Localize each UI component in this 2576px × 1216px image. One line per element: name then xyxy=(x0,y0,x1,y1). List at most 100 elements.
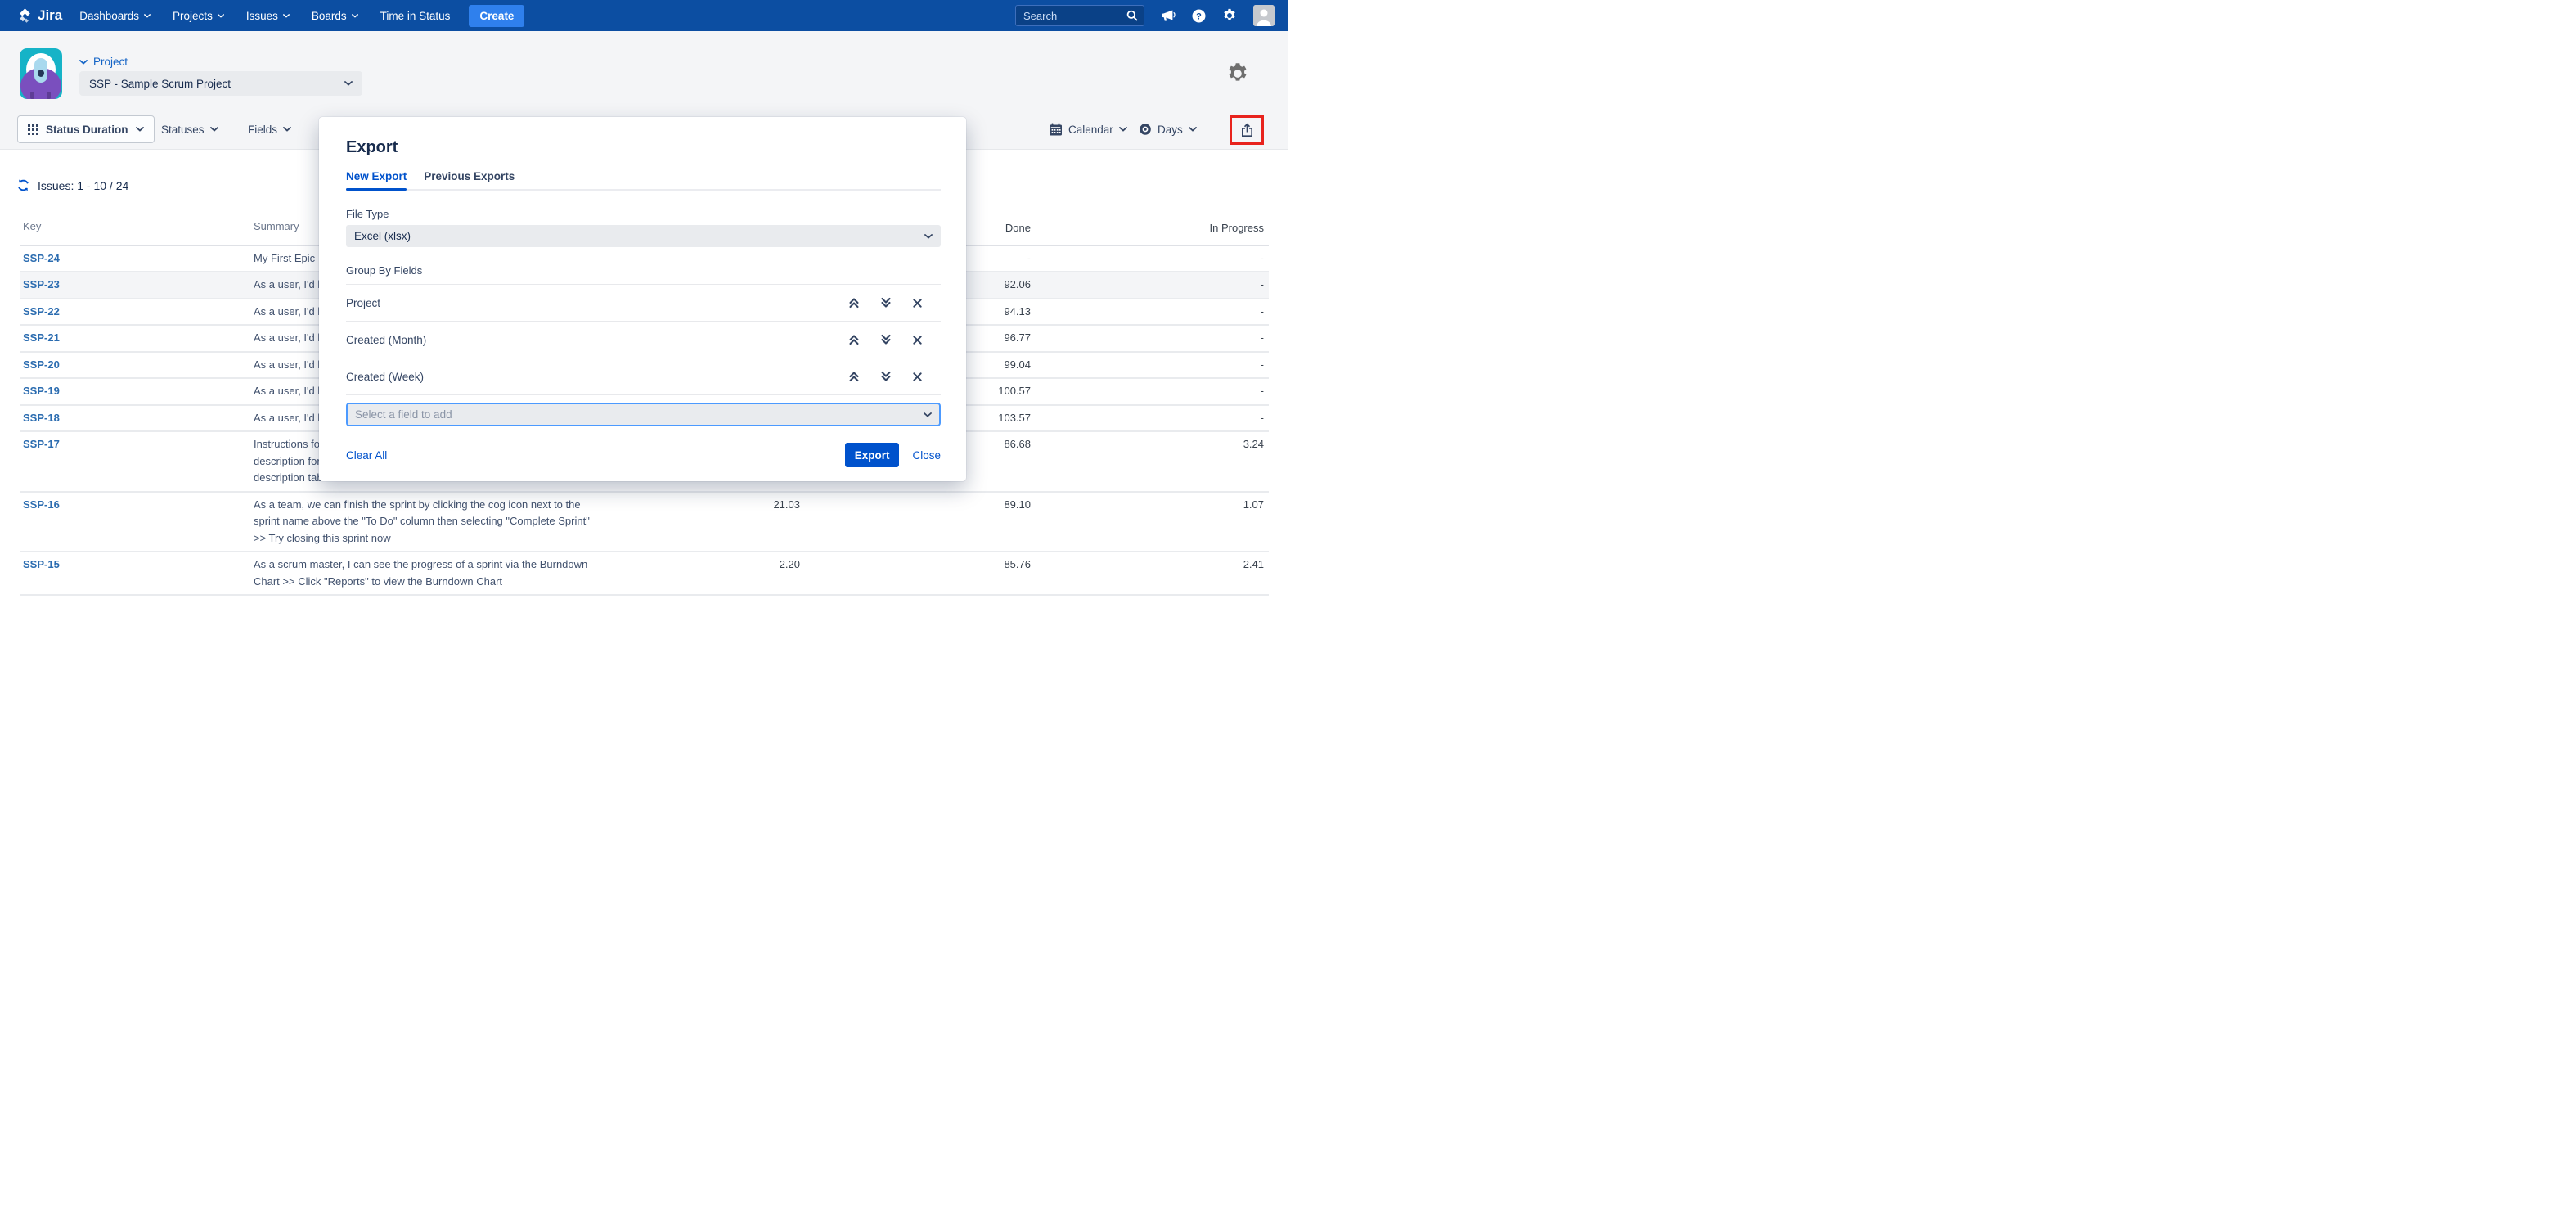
nav-item[interactable]: Projects xyxy=(173,10,224,22)
issue-key-link[interactable]: SSP-22 xyxy=(20,304,254,321)
export-button-highlight xyxy=(1230,115,1264,145)
chevron-down-icon xyxy=(210,127,218,132)
move-to-bottom-icon[interactable] xyxy=(880,334,892,345)
nav-item-label: Time in Status xyxy=(380,10,451,22)
issue-key-link[interactable]: SSP-23 xyxy=(20,277,254,294)
move-to-bottom-icon[interactable] xyxy=(880,297,892,309)
remove-field-icon[interactable] xyxy=(912,298,923,309)
export-submit-button[interactable]: Export xyxy=(845,443,900,467)
modal-tabs: New Export Previous Exports xyxy=(346,170,941,191)
file-type-select[interactable]: Excel (xlsx) xyxy=(346,225,941,247)
issue-key-link[interactable]: SSP-24 xyxy=(20,250,254,268)
eye-icon xyxy=(1139,123,1152,136)
issue-key-link[interactable]: SSP-16 xyxy=(20,497,254,514)
svg-text:?: ? xyxy=(1196,11,1202,21)
project-section-toggle[interactable]: Project xyxy=(79,56,128,68)
jira-logo[interactable]: Jira xyxy=(16,7,62,25)
add-field-select[interactable]: Select a field to add xyxy=(346,403,941,426)
issue-in-progress-value: - xyxy=(1031,250,1264,268)
remove-field-icon[interactable] xyxy=(912,335,923,345)
move-to-top-icon[interactable] xyxy=(848,297,860,309)
modal-footer: Clear All Export Close xyxy=(346,443,941,467)
nav-item[interactable]: Issues xyxy=(246,10,290,22)
file-type-value: Excel (xlsx) xyxy=(354,230,411,242)
nav-item[interactable]: Time in Status xyxy=(380,10,451,22)
issue-done-value: 89.10 xyxy=(800,497,1031,514)
move-to-top-icon[interactable] xyxy=(848,334,860,345)
chevron-down-icon xyxy=(352,14,358,18)
issue-summary: As a team, we can finish the sprint by c… xyxy=(254,497,617,547)
issue-col3-value: 2.20 xyxy=(617,556,800,574)
column-header-in-progress: In Progress xyxy=(1031,220,1264,237)
tab-new-export[interactable]: New Export xyxy=(346,170,407,189)
issue-in-progress-value: - xyxy=(1031,330,1264,347)
chevron-down-icon xyxy=(924,234,933,239)
nav-item[interactable]: Boards xyxy=(312,10,358,22)
issue-in-progress-value: - xyxy=(1031,383,1264,400)
move-to-bottom-icon[interactable] xyxy=(880,371,892,382)
statuses-dropdown[interactable]: Statuses xyxy=(161,115,218,143)
group-field-label: Project xyxy=(346,297,380,309)
move-to-top-icon[interactable] xyxy=(848,371,860,382)
jira-logo-icon xyxy=(16,7,34,25)
table-row: SSP-15 As a scrum master, I can see the … xyxy=(20,552,1269,596)
nav-item[interactable]: Dashboards xyxy=(79,10,151,22)
create-button[interactable]: Create xyxy=(469,5,524,27)
group-field-label: Created (Month) xyxy=(346,334,426,346)
issue-key-link[interactable]: SSP-20 xyxy=(20,357,254,374)
group-by-field-row: Project xyxy=(346,285,941,322)
group-by-field-row: Created (Week) xyxy=(346,358,941,395)
issue-key-link[interactable]: SSP-21 xyxy=(20,330,254,347)
chevron-down-icon xyxy=(283,127,291,132)
chevron-down-icon xyxy=(344,81,353,86)
help-icon[interactable]: ? xyxy=(1192,9,1206,23)
chevron-down-icon xyxy=(136,127,144,132)
announcement-icon[interactable] xyxy=(1161,9,1176,22)
issue-key-link[interactable]: SSP-19 xyxy=(20,383,254,400)
top-navbar: Jira Dashboards Projects Issues Boards T… xyxy=(0,0,1288,31)
clear-all-link[interactable]: Clear All xyxy=(346,449,387,462)
project-select-value: SSP - Sample Scrum Project xyxy=(89,78,231,90)
grid-icon xyxy=(28,124,38,135)
project-select[interactable]: SSP - Sample Scrum Project xyxy=(79,71,362,96)
column-header-key: Key xyxy=(20,220,254,237)
search-box xyxy=(1015,5,1144,26)
issue-in-progress-value: - xyxy=(1031,304,1264,321)
issue-key-link[interactable]: SSP-18 xyxy=(20,410,254,427)
statuses-label: Statuses xyxy=(161,124,205,136)
issue-in-progress-value: - xyxy=(1031,410,1264,427)
remove-field-icon[interactable] xyxy=(912,372,923,382)
tab-previous-exports[interactable]: Previous Exports xyxy=(424,170,515,189)
days-label: Days xyxy=(1158,124,1183,136)
user-avatar[interactable] xyxy=(1253,5,1275,26)
nav-item-label: Issues xyxy=(246,10,278,22)
days-dropdown[interactable]: Days xyxy=(1139,115,1197,143)
chevron-down-icon xyxy=(218,14,224,18)
issue-in-progress-value: 1.07 xyxy=(1031,497,1264,514)
issue-key-link[interactable]: SSP-15 xyxy=(20,556,254,574)
main-nav: Dashboards Projects Issues Boards Time i… xyxy=(79,10,450,22)
group-field-label: Created (Week) xyxy=(346,371,424,383)
nav-item-label: Boards xyxy=(312,10,347,22)
group-by-fields-list: Project Created (Month) xyxy=(346,284,941,395)
calendar-dropdown[interactable]: Calendar xyxy=(1049,115,1127,143)
export-modal: Export New Export Previous Exports File … xyxy=(319,117,966,481)
add-field-placeholder: Select a field to add xyxy=(355,408,452,421)
settings-gear-icon[interactable] xyxy=(1222,8,1237,23)
table-row: SSP-16 As a team, we can finish the spri… xyxy=(20,493,1269,553)
export-icon xyxy=(1241,123,1253,137)
issue-in-progress-value: 2.41 xyxy=(1031,556,1264,574)
search-input[interactable] xyxy=(1015,5,1144,26)
project-avatar xyxy=(20,48,62,99)
refresh-icon[interactable] xyxy=(16,178,30,192)
chevron-down-icon xyxy=(924,412,932,417)
export-toolbar-button[interactable] xyxy=(1241,123,1253,137)
fields-dropdown[interactable]: Fields xyxy=(248,115,291,143)
issue-key-link[interactable]: SSP-17 xyxy=(20,436,254,453)
chevron-down-icon xyxy=(283,14,290,18)
page-settings-gear-icon[interactable] xyxy=(1226,62,1249,89)
view-selector-button[interactable]: Status Duration xyxy=(17,115,155,143)
fields-label: Fields xyxy=(248,124,277,136)
nav-item-label: Dashboards xyxy=(79,10,139,22)
close-link[interactable]: Close xyxy=(912,449,941,462)
